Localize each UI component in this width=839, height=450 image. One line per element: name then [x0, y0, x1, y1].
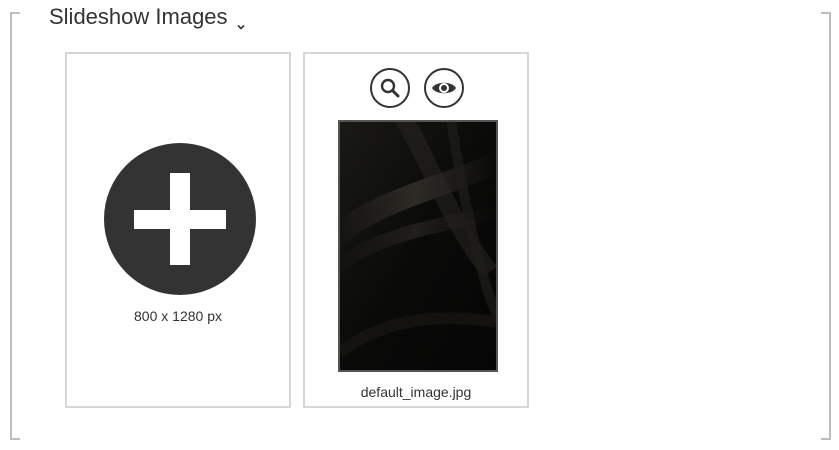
add-image-card[interactable]: 800 x 1280 px	[65, 52, 291, 408]
image-thumbnail[interactable]	[338, 120, 498, 372]
image-card: default_image.jpg	[303, 52, 529, 408]
image-dimensions-hint: 800 x 1280 px	[134, 308, 222, 324]
image-filename: default_image.jpg	[360, 384, 472, 400]
preview-button[interactable]	[424, 68, 464, 108]
zoom-button[interactable]	[370, 68, 410, 108]
panel-border-right	[821, 12, 831, 428]
section-title: Slideshow Images	[49, 4, 228, 29]
plus-circle-icon[interactable]	[104, 143, 256, 295]
panel-border-left	[10, 12, 20, 440]
search-icon	[380, 78, 400, 98]
slideshow-images-panel: Slideshow Images 800 x 1280 px default_i…	[0, 0, 839, 450]
chevron-down-icon[interactable]	[236, 12, 246, 30]
panel-border-bottom-right	[821, 426, 831, 440]
section-header[interactable]: Slideshow Images	[49, 4, 252, 30]
panel-border-bottom-left	[10, 426, 20, 440]
eye-icon	[432, 82, 456, 94]
